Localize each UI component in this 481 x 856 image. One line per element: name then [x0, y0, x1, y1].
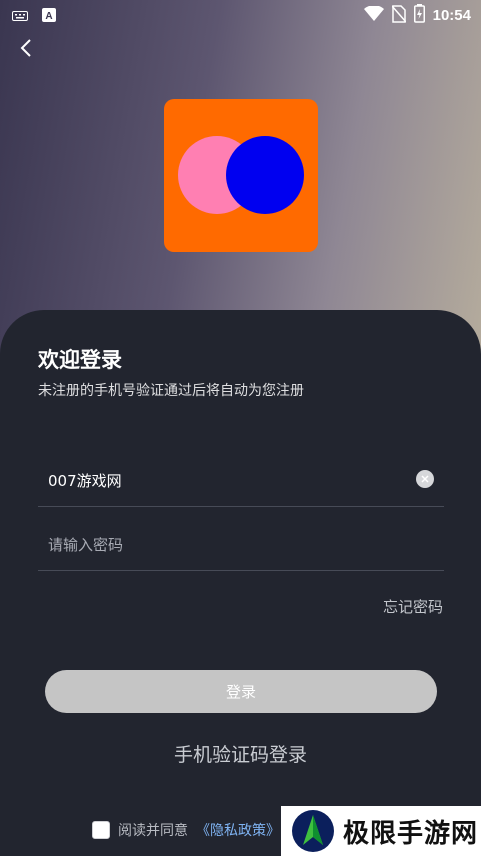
password-placeholder[interactable]: 请输入密码: [48, 534, 123, 555]
password-field[interactable]: 请输入密码: [38, 520, 444, 571]
close-icon: [421, 475, 429, 483]
login-title: 欢迎登录: [38, 348, 122, 372]
watermark-logo-icon: [292, 810, 334, 852]
battery-charging-icon: [413, 4, 425, 27]
username-field[interactable]: 007游戏网: [38, 456, 444, 507]
sms-login-link[interactable]: 手机验证码登录: [0, 740, 481, 767]
forgot-password-link[interactable]: 忘记密码: [383, 596, 443, 617]
watermark-text: 极限手游网: [343, 818, 479, 849]
status-bar: A 10:54: [0, 0, 481, 28]
status-time: 10:54: [432, 7, 471, 24]
privacy-policy-link[interactable]: 《隐私政策》: [196, 820, 280, 840]
login-panel: 欢迎登录 未注册的手机号验证通过后将自动为您注册 007游戏网 请输入密码 忘记…: [0, 310, 481, 856]
back-button[interactable]: [12, 36, 40, 64]
agreement: 阅读并同意 《隐私政策》: [92, 820, 280, 840]
agreement-prefix: 阅读并同意: [118, 823, 188, 839]
svg-text:A: A: [45, 11, 52, 22]
clear-input-button[interactable]: [416, 470, 434, 488]
agreement-checkbox[interactable]: [92, 821, 110, 839]
no-sim-icon: [391, 4, 407, 27]
a-box-icon: A: [42, 7, 56, 26]
login-subtitle: 未注册的手机号验证通过后将自动为您注册: [38, 383, 304, 399]
logo-blue-circle: [226, 136, 304, 214]
login-button[interactable]: 登录: [45, 670, 437, 713]
username-value[interactable]: 007游戏网: [48, 470, 122, 491]
status-left-icons: A: [12, 7, 56, 26]
keyboard-icon: [12, 7, 28, 26]
status-right-icons: 10:54: [363, 4, 471, 27]
watermark: 极限手游网: [281, 806, 481, 856]
chevron-left-icon: [19, 38, 33, 62]
app-logo: [164, 99, 318, 252]
wifi-icon: [363, 4, 384, 26]
